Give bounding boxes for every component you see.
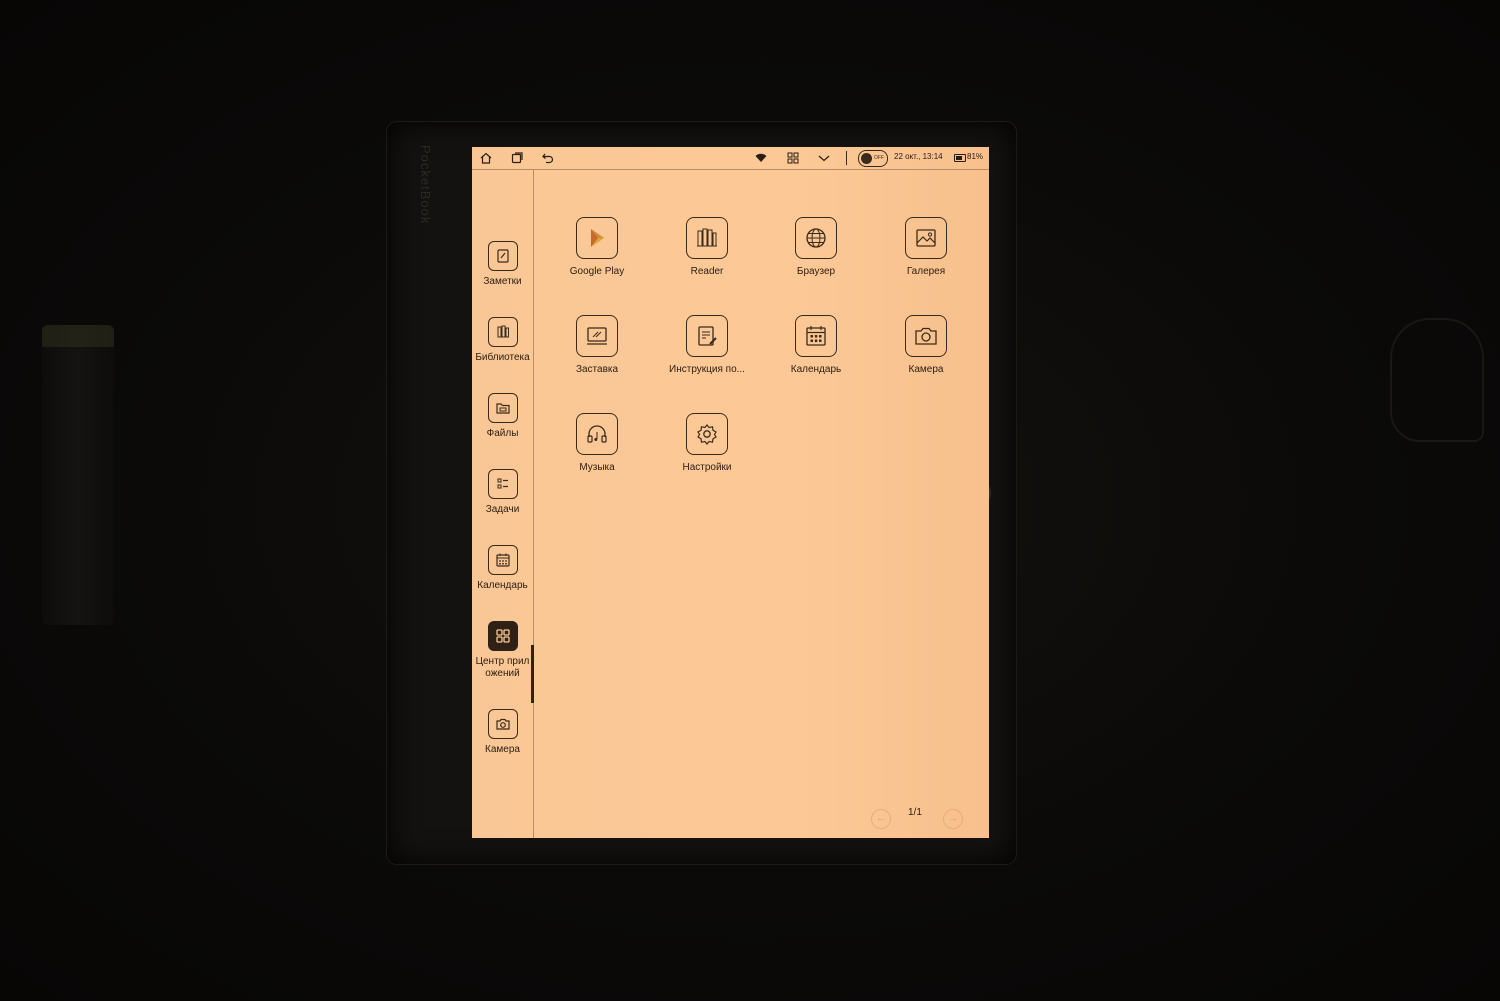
app-calendar[interactable]: Календарь	[766, 315, 866, 375]
recent-apps-icon[interactable]	[510, 151, 524, 165]
sidebar-item-camera[interactable]: Камера	[472, 709, 533, 756]
sidebar-item-label: Камера	[485, 744, 520, 755]
music-icon	[576, 413, 618, 455]
wifi-icon[interactable]	[754, 151, 768, 165]
device-brand: PocketBook	[418, 145, 433, 225]
sidebar-item-tasks[interactable]: Задачи	[472, 469, 533, 516]
page-indicator: 1/1	[908, 807, 922, 818]
sidebar-item-files[interactable]: Файлы	[472, 393, 533, 440]
chevron-down-icon[interactable]	[817, 151, 831, 165]
status-datetime: 22 окт., 13:14	[894, 152, 943, 161]
sidebar-item-label: Центр прил ожений	[472, 656, 533, 680]
app-camera[interactable]: Камера	[876, 315, 976, 375]
status-divider	[846, 151, 847, 165]
prev-page-button[interactable]: ←	[871, 809, 891, 829]
app-settings[interactable]: Настройки	[657, 413, 757, 473]
sidebar-item-notes[interactable]: Заметки	[472, 241, 533, 288]
sidebar-item-label: Заметки	[483, 276, 522, 287]
app-label: Настройки	[682, 462, 732, 473]
camera-icon	[905, 315, 947, 357]
app-google-play[interactable]: Google Play	[547, 217, 647, 277]
notes-icon	[487, 241, 518, 271]
app-label: Google Play	[569, 266, 625, 277]
home-icon[interactable]	[479, 151, 493, 165]
app-browser[interactable]: Браузер	[766, 217, 866, 277]
sidebar-item-label-line2: ожений	[485, 668, 520, 679]
sidebar-item-label: Задачи	[485, 504, 520, 515]
sidebar-item-label-line1: Центр прил	[475, 656, 530, 667]
app-reader[interactable]: Reader	[657, 217, 757, 277]
sidebar-item-label: Файлы	[486, 428, 519, 439]
back-icon[interactable]	[541, 151, 555, 165]
app-music[interactable]: Музыка	[547, 413, 647, 473]
sidebar-item-library[interactable]: Библиотека	[472, 317, 533, 364]
calendar-icon	[795, 315, 837, 357]
gallery-icon	[905, 217, 947, 259]
battery-icon	[954, 154, 966, 162]
app-label: Календарь	[790, 364, 842, 375]
stylus	[42, 325, 114, 625]
device-screen: OFF 22 окт., 13:14 81% Заметки Библиотек…	[472, 147, 989, 838]
grid-icon[interactable]	[786, 151, 800, 165]
toggle-knob	[861, 153, 872, 164]
battery-percent: 81%	[967, 152, 984, 161]
browser-icon	[795, 217, 837, 259]
sidebar-item-calendar[interactable]: Календарь	[472, 545, 533, 592]
library-icon	[487, 317, 518, 347]
status-bar: OFF 22 окт., 13:14 81%	[472, 147, 989, 170]
files-icon	[487, 393, 518, 423]
lock-toggle-label: OFF	[874, 155, 884, 161]
calendar-icon	[487, 545, 518, 575]
screensaver-icon	[576, 315, 618, 357]
sidebar-item-label: Календарь	[477, 580, 528, 591]
sidebar-item-label: Библиотека	[475, 352, 530, 363]
app-manual[interactable]: Инструкция по...	[657, 315, 757, 375]
app-label: Музыка	[579, 462, 615, 473]
sidebar-item-app-center[interactable]: Центр прил ожений	[472, 621, 533, 680]
camera-icon	[487, 709, 518, 739]
stylus-cap	[42, 325, 114, 347]
settings-icon	[686, 413, 728, 455]
next-page-button[interactable]: →	[943, 809, 963, 829]
reader-icon	[686, 217, 728, 259]
manual-icon	[686, 315, 728, 357]
lock-toggle[interactable]: OFF	[858, 150, 888, 167]
app-label: Галерея	[906, 266, 946, 277]
tasks-icon	[487, 469, 518, 499]
app-label: Браузер	[796, 266, 836, 277]
app-label: Камера	[908, 364, 944, 375]
app-screensaver[interactable]: Заставка	[547, 315, 647, 375]
active-indicator	[531, 645, 534, 703]
app-center-icon	[487, 621, 518, 651]
app-label: Reader	[690, 266, 724, 277]
google-play-icon	[576, 217, 618, 259]
app-label: Заставка	[575, 364, 619, 375]
app-label: Инструкция по...	[669, 364, 745, 375]
binder-clip	[1390, 318, 1484, 442]
app-gallery[interactable]: Галерея	[876, 217, 976, 277]
sidebar: Заметки Библиотека Файлы Задачи Календар…	[472, 170, 534, 838]
